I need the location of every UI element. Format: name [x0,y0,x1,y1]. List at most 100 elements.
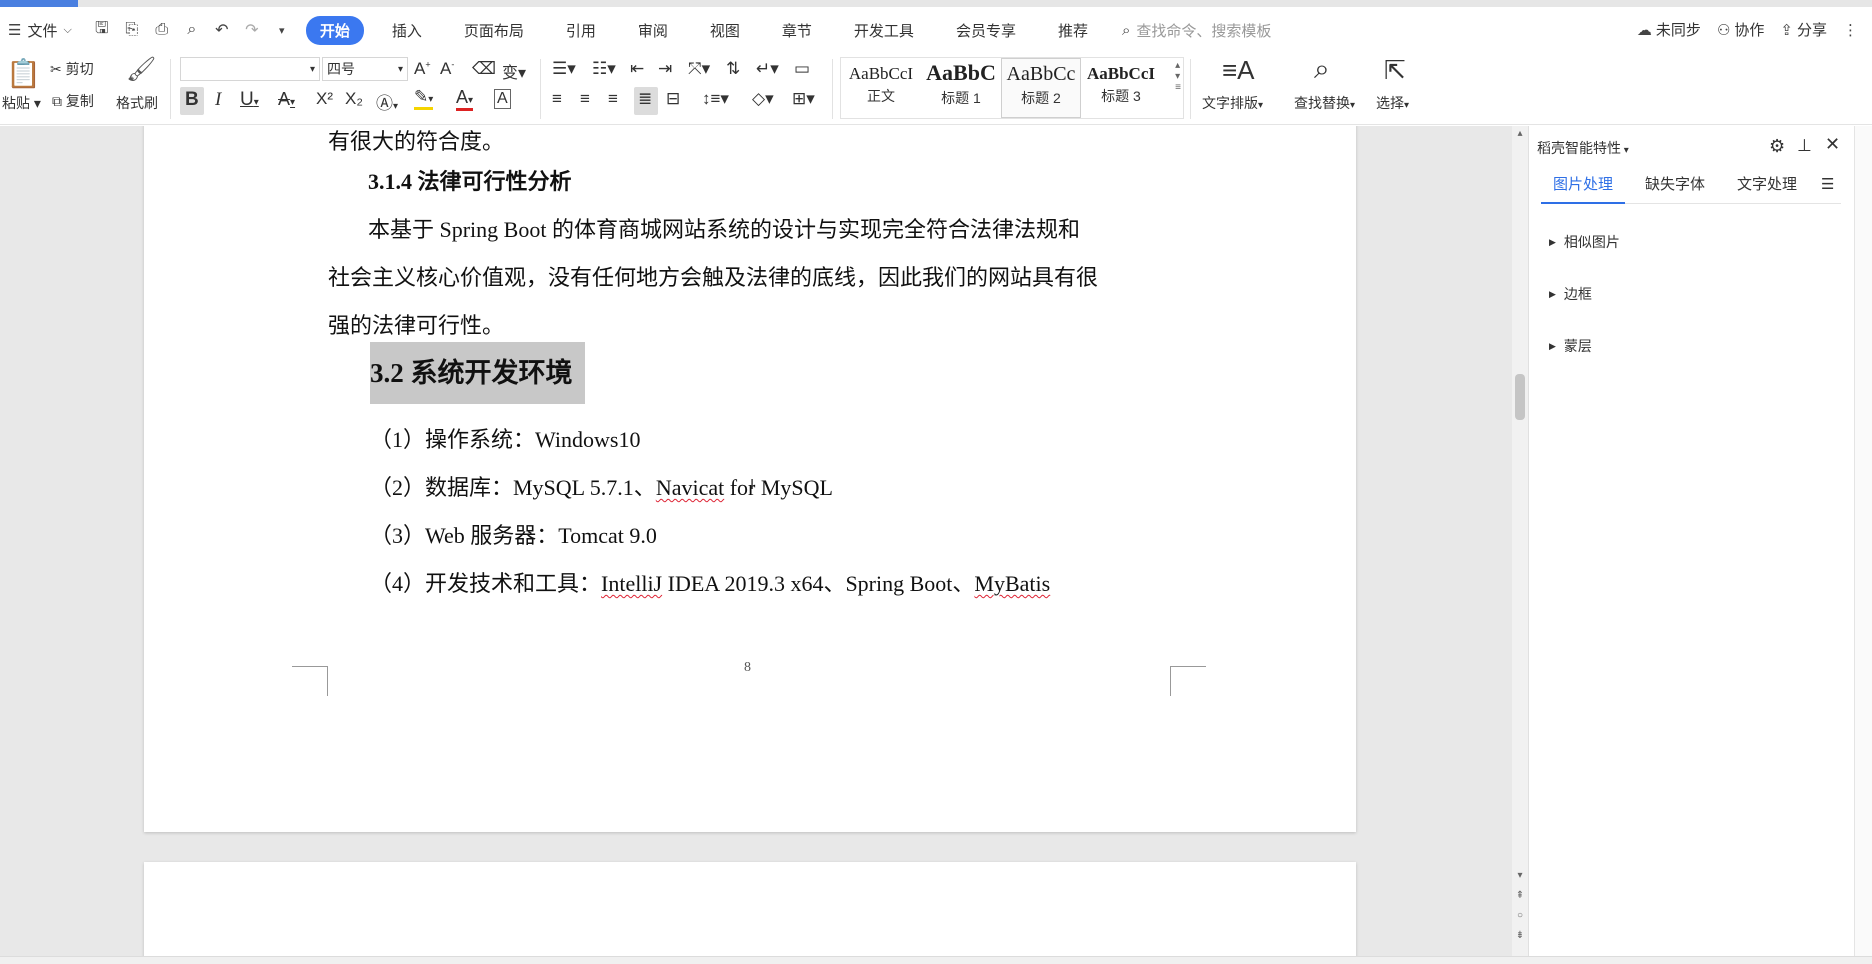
next-page-icon[interactable]: ⇟ [1512,930,1528,941]
section-similar-images[interactable]: ▶ 相似图片 [1549,232,1620,252]
print-preview-icon[interactable]: ⌕ [182,20,202,40]
numbering-icon[interactable]: ☷▾ [592,59,616,79]
select-browse-icon[interactable]: ○ [1512,910,1528,921]
tab-image-processing[interactable]: 图片处理 [1541,174,1626,204]
spelling-flag[interactable]: IntelliJ [601,571,662,596]
tab-member[interactable]: 会员专享 [942,16,1030,45]
vertical-scrollbar[interactable]: ▴ ▾ ⇞ ○ ⇟ [1512,126,1528,956]
spelling-flag[interactable]: MyBatis [974,571,1050,596]
scroll-down-icon[interactable]: ▾ [1512,870,1528,881]
format-painter-icon[interactable]: 🖌 [126,55,156,84]
text-layout-button[interactable]: 文字排版▾ [1202,93,1263,113]
align-center-icon[interactable]: ≡ [580,89,590,109]
phonetic-icon[interactable]: 变▾ [502,59,526,83]
borders-icon[interactable]: ⊞▾ [792,89,815,109]
menu-bar: ☰ 文件 ⌵ 🖫 ⎘ ⎙ ⌕ ↶ ↷ ▾ 开始 插入 页面布局 引用 审阅 视图… [0,7,1872,53]
close-icon[interactable]: ✕ [1825,134,1840,155]
command-search[interactable]: ⌕ 查找命令、搜索模板 [1122,20,1271,41]
tab-home[interactable]: 开始 [305,15,364,45]
scroll-up-icon[interactable]: ▴ [1512,128,1528,139]
distributed-icon[interactable]: ⊟ [666,89,680,109]
grow-font-icon[interactable]: A+ [414,59,431,79]
paste-button[interactable]: 粘贴 ▾ [2,93,41,113]
tab-missing-fonts[interactable]: 缺失字体 [1633,174,1717,204]
share-button[interactable]: ⇪ 分享 [1780,19,1827,40]
tab-text-processing[interactable]: 文字处理 [1725,174,1809,204]
tab-insert[interactable]: 插入 [378,16,436,45]
redo-icon[interactable]: ↷ [242,20,262,40]
hamburger-icon: ☰ [8,22,22,39]
style-normal[interactable]: AaBbCcI 正文 [841,58,921,118]
gallery-scroll-icon[interactable]: ▴ ▾ ≡ [1175,60,1181,93]
style-heading-1[interactable]: AaBbC 标题 1 [921,58,1001,118]
italic-icon[interactable]: I [215,89,221,111]
document-page[interactable]: 有很大的符合度。 3.1.4 法律可行性分析 本基于 Spring Boot 的… [144,126,1356,832]
side-toolbar[interactable] [1854,126,1872,956]
align-left-icon[interactable]: ≡ [552,89,562,109]
customize-toolbar-icon[interactable]: ▾ [272,20,292,40]
cut-button[interactable]: ✂ 剪切 [50,59,94,79]
table-grid-icon[interactable]: ▭ [794,59,810,79]
clear-format-icon[interactable]: ⌫ [472,59,496,79]
format-painter-button[interactable]: 格式刷 [116,93,158,113]
document-page-next[interactable] [144,862,1356,956]
font-family-select[interactable]: ▾ [180,57,320,81]
text-effect-icon[interactable]: Ⓐ▾ [376,89,398,114]
sort-icon[interactable]: ⇅ [726,59,740,79]
strikethrough-icon[interactable]: A▾ [278,89,295,110]
text-layout-icon[interactable]: ≡A [1222,55,1255,86]
font-size-select[interactable]: 四号 ▾ [322,57,408,81]
decrease-indent-icon[interactable]: ⇤ [630,59,644,79]
save-icon[interactable]: 🖫 [92,20,112,40]
prev-page-icon[interactable]: ⇞ [1512,890,1528,901]
document-canvas[interactable]: 有很大的符合度。 3.1.4 法律可行性分析 本基于 Spring Boot 的… [0,126,1512,956]
tab-recommend[interactable]: 推荐 [1044,16,1102,45]
body-paragraph-line-3: 强的法律可行性。 [328,313,505,338]
subscript-icon[interactable]: X₂ [345,89,363,109]
style-heading-3[interactable]: AaBbCcI 标题 3 [1081,58,1161,118]
settings-gear-icon[interactable]: ⚙ [1769,136,1785,157]
copy-button[interactable]: ⧉ 复制 [52,91,94,111]
print-icon[interactable]: ⎙ [152,20,172,40]
char-border-icon[interactable]: A [494,89,511,109]
clipboard-icon[interactable]: 📋 [6,57,41,90]
shading-icon[interactable]: ◇▾ [752,89,774,109]
justify-icon[interactable]: ≣ [638,89,652,109]
panel-menu-icon[interactable]: ☰ [1817,174,1838,204]
select-cursor-icon[interactable]: ⇱ [1384,55,1406,86]
tab-references[interactable]: 引用 [552,16,610,45]
sync-button[interactable]: ☁ 未同步 [1637,19,1701,40]
more-icon[interactable]: ⋮ [1843,21,1858,39]
find-replace-icon[interactable]: ⌕ [1314,53,1330,86]
font-color-icon[interactable]: A▾ [456,87,474,111]
undo-icon[interactable]: ↶ [212,20,232,40]
chinese-layout-icon[interactable]: ⤧▾ [688,59,710,79]
increase-indent-icon[interactable]: ⇥ [658,59,672,79]
bold-icon[interactable]: B [185,89,199,111]
tab-developer[interactable]: 开发工具 [840,16,928,45]
find-replace-button[interactable]: 查找替换▾ [1294,93,1355,113]
tab-review[interactable]: 审阅 [624,16,682,45]
line-spacing-icon[interactable]: ↕≡▾ [702,89,729,109]
paragraph-marks-icon[interactable]: ↵▾ [756,59,779,79]
panel-title[interactable]: 稻壳智能特性 ▾ [1537,138,1629,158]
style-heading-2[interactable]: AaBbCc 标题 2 [1001,58,1081,118]
pin-icon[interactable]: ⊥ [1797,136,1812,156]
scrollbar-thumb[interactable] [1515,374,1525,420]
tab-chapter[interactable]: 章节 [768,16,826,45]
shrink-font-icon[interactable]: A- [440,59,454,79]
section-mask[interactable]: ▶ 蒙层 [1549,336,1592,356]
superscript-icon[interactable]: X² [316,89,333,109]
export-pdf-icon[interactable]: ⎘ [122,20,142,40]
spelling-flag[interactable]: Navicat [656,475,724,500]
section-border[interactable]: ▶ 边框 [1549,284,1592,304]
align-right-icon[interactable]: ≡ [608,89,618,109]
highlight-icon[interactable]: ✎▾ [414,87,434,110]
underline-icon[interactable]: U▾ [240,89,259,111]
tab-page-layout[interactable]: 页面布局 [450,16,538,45]
bullets-icon[interactable]: ☰▾ [552,59,576,79]
collaborate-button[interactable]: ⚇ 协作 [1717,19,1764,40]
tab-view[interactable]: 视图 [696,16,754,45]
file-menu[interactable]: ☰ 文件 ⌵ [8,20,72,41]
select-button[interactable]: 选择▾ [1376,93,1409,113]
